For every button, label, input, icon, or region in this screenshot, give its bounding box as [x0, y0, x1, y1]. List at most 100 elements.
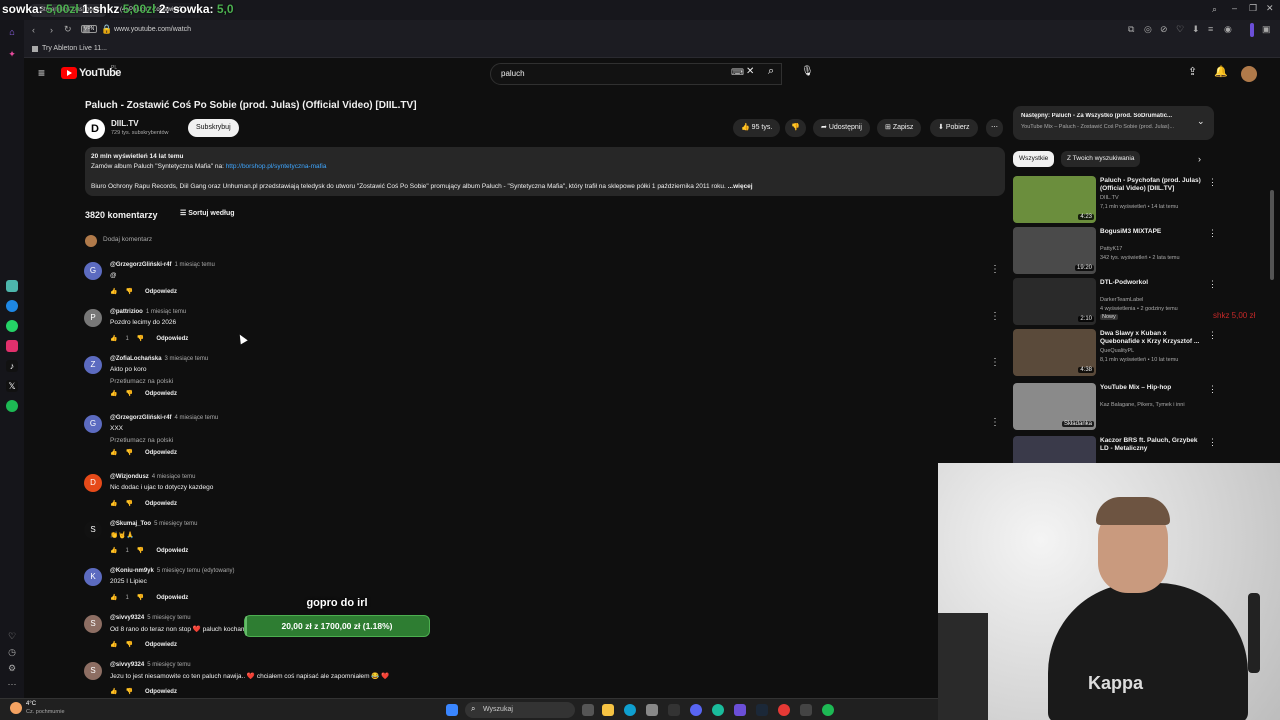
- dislike-icon[interactable]: 👎: [125, 390, 132, 397]
- file-explorer-icon[interactable]: [602, 704, 614, 716]
- reply-button[interactable]: Odpowiedz: [145, 450, 177, 456]
- rec-title[interactable]: YouTube Mix – Hip-hop: [1100, 384, 1205, 392]
- dislike-icon[interactable]: 👎: [125, 500, 132, 507]
- reply-button[interactable]: Odpowiedz: [145, 642, 177, 648]
- search-tabs-icon[interactable]: ⌕: [1212, 4, 1217, 15]
- subscribe-button[interactable]: Subskrybuj: [188, 119, 239, 137]
- up-next-panel[interactable]: Następny: Paluch - Za Wszystko (prod. So…: [1013, 106, 1214, 140]
- notifications-icon[interactable]: 🔔: [1214, 65, 1228, 78]
- menu-icon[interactable]: ≡: [1208, 24, 1213, 34]
- reply-button[interactable]: Odpowiedz: [156, 548, 188, 554]
- like-icon[interactable]: 👍: [110, 449, 117, 456]
- rec-channel[interactable]: DIIL.TV: [1100, 195, 1119, 201]
- camera-icon[interactable]: ◎: [1144, 24, 1152, 35]
- rec-title[interactable]: Paluch - Psychofan (prod. Julas) (Offici…: [1100, 177, 1205, 193]
- reload-icon[interactable]: ↻: [64, 24, 72, 35]
- author-name[interactable]: @GrzegorzGliński-r4f: [110, 262, 172, 268]
- heart-icon[interactable]: ♡: [6, 630, 18, 642]
- author-name[interactable]: @Koniu-nm9yk: [110, 568, 154, 574]
- x-icon[interactable]: 𝕏: [6, 380, 18, 392]
- add-comment-input[interactable]: Dodaj komentarz: [103, 236, 152, 243]
- comment-author[interactable]: @GrzegorzGliński-r4f 4 miesiące temu: [110, 415, 218, 421]
- bookmark-item[interactable]: Try Ableton Live 11...: [42, 45, 107, 52]
- weather-temp[interactable]: 4°C: [26, 701, 36, 707]
- comment-time[interactable]: 3 miesiące temu: [165, 356, 209, 362]
- download-button[interactable]: ⬇ Pobierz: [930, 119, 978, 137]
- like-button[interactable]: 👍 95 tys.: [733, 119, 781, 137]
- rec-more-icon[interactable]: ⋮: [1208, 384, 1217, 395]
- like-icon[interactable]: 👍: [110, 547, 117, 554]
- comment-author[interactable]: @Koniu-nm9yk 5 miesięcy temu (edytowany): [110, 568, 235, 574]
- bookmark-icon[interactable]: ♡: [1176, 24, 1184, 35]
- download-icon[interactable]: ⬇: [1192, 24, 1200, 35]
- channel-name[interactable]: DIIL.TV: [111, 119, 139, 128]
- profile-icon[interactable]: ◉: [1224, 24, 1232, 35]
- avatar[interactable]: [1241, 66, 1257, 82]
- like-icon[interactable]: 👍: [110, 500, 117, 507]
- back-icon[interactable]: ‹: [32, 25, 35, 35]
- comment-time[interactable]: 4 miesiące temu: [152, 474, 196, 480]
- rec-channel[interactable]: PattyK17: [1100, 246, 1122, 252]
- messenger-icon[interactable]: [6, 300, 18, 312]
- comment-time[interactable]: 5 miesięcy temu: [147, 615, 190, 621]
- chevron-down-icon[interactable]: ⌄: [1197, 116, 1205, 127]
- discord-icon[interactable]: [690, 704, 702, 716]
- sort-button[interactable]: ☰ Sortuj według: [180, 209, 235, 217]
- obs-icon[interactable]: [800, 704, 812, 716]
- app-icon[interactable]: [712, 704, 724, 716]
- rec-title[interactable]: DTL-Podworkol: [1100, 279, 1205, 287]
- instagram-icon[interactable]: [6, 340, 18, 352]
- like-icon[interactable]: 👍: [110, 594, 117, 601]
- comment-time[interactable]: 1 miesiąc temu: [175, 262, 215, 268]
- desc-link[interactable]: http://borshop.pl/syntetyczna-mafia: [226, 163, 327, 170]
- spotify-icon[interactable]: [6, 400, 18, 412]
- author-name[interactable]: @ZofiaLochańska: [110, 356, 162, 362]
- tiktok-icon[interactable]: ♪: [6, 360, 18, 372]
- like-icon[interactable]: 👍: [110, 641, 117, 648]
- settings-icon[interactable]: ⚙: [6, 662, 18, 674]
- channel-avatar[interactable]: D: [85, 119, 105, 139]
- author-name[interactable]: @GrzegorzGliński-r4f: [110, 415, 172, 421]
- comment-time[interactable]: 5 miesięcy temu: [154, 521, 197, 527]
- show-more-link[interactable]: ...więcej: [728, 183, 753, 190]
- sidebar-toggle-icon[interactable]: ▣: [1262, 24, 1271, 35]
- dislike-icon[interactable]: 👎: [137, 547, 144, 554]
- maximize-icon[interactable]: ❐: [1249, 3, 1257, 14]
- author-name[interactable]: @sivvy9324: [110, 615, 144, 621]
- app-icon[interactable]: [734, 704, 746, 716]
- page-scrollbar[interactable]: [1270, 190, 1274, 280]
- messenger-icon[interactable]: ✦: [6, 48, 18, 60]
- comment-author[interactable]: @Skumaj_Too 5 miesięcy temu: [110, 521, 197, 527]
- avatar[interactable]: S: [84, 615, 102, 633]
- dislike-icon[interactable]: 👎: [125, 641, 132, 648]
- comment-author[interactable]: @sivvy9324 5 miesięcy temu: [110, 662, 191, 668]
- avatar[interactable]: P: [84, 309, 102, 327]
- chip-all[interactable]: Wszystkie: [1013, 151, 1055, 167]
- avatar[interactable]: S: [84, 662, 102, 680]
- rec-more-icon[interactable]: ⋮: [1208, 279, 1217, 290]
- url-field[interactable]: www.youtube.com/watch: [114, 26, 191, 33]
- reply-button[interactable]: Odpowiedz: [145, 289, 177, 295]
- avatar[interactable]: G: [84, 262, 102, 280]
- recommendation-item[interactable]: Składanka YouTube Mix – Hip-hop Kaz Balaga…: [1013, 383, 1217, 431]
- avatar[interactable]: K: [84, 568, 102, 586]
- steam-icon[interactable]: [756, 704, 768, 716]
- youtube-logo-icon[interactable]: [61, 67, 77, 79]
- reply-button[interactable]: Odpowiedz: [156, 336, 188, 342]
- comment-time[interactable]: 5 miesięcy temu (edytowany): [157, 568, 235, 574]
- reply-button[interactable]: Odpowiedz: [156, 595, 188, 601]
- comment-author[interactable]: @Wizjondusz 4 miesiące temu: [110, 474, 195, 480]
- minimize-icon[interactable]: –: [1232, 3, 1237, 13]
- comment-more-icon[interactable]: ⋮: [990, 357, 1000, 368]
- forward-icon[interactable]: ›: [50, 25, 53, 35]
- author-name[interactable]: @Wizjondusz: [110, 474, 149, 480]
- like-icon[interactable]: 👍: [110, 688, 117, 695]
- dislike-icon[interactable]: 👎: [137, 335, 144, 342]
- comment-more-icon[interactable]: ⋮: [990, 311, 1000, 322]
- avatar[interactable]: G: [84, 415, 102, 433]
- task-view-icon[interactable]: [582, 704, 594, 716]
- comment-time[interactable]: 5 miesięcy temu: [147, 662, 190, 668]
- dislike-button[interactable]: 👎: [785, 119, 806, 137]
- author-name[interactable]: @pattrizioo: [110, 309, 143, 315]
- close-window-icon[interactable]: ✕: [1266, 3, 1274, 14]
